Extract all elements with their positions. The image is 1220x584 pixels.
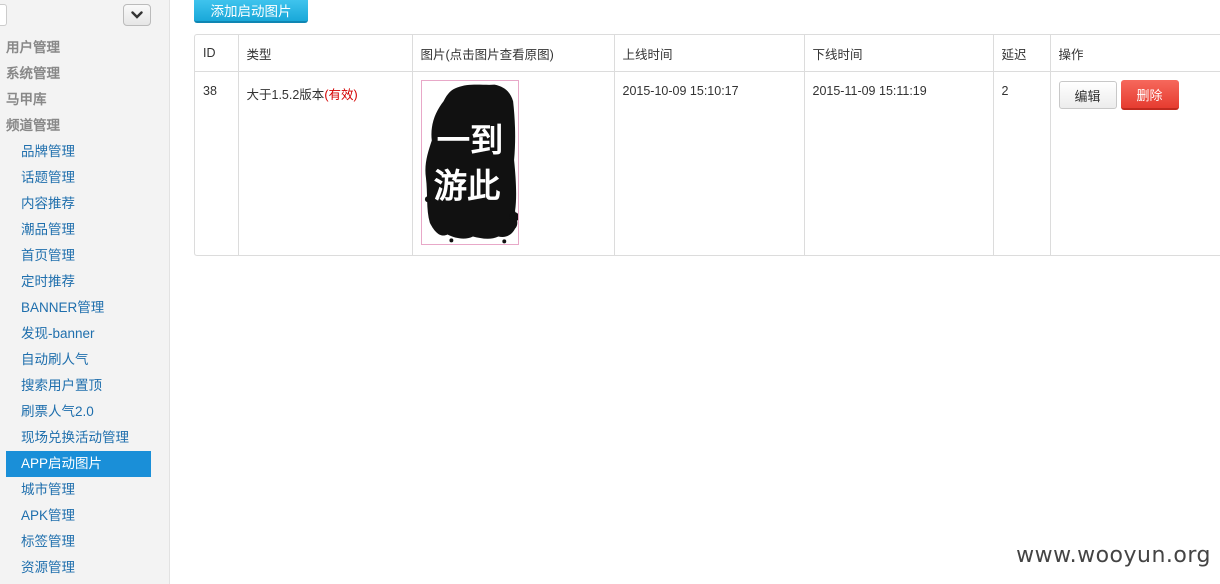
- sidebar-item-自动刷人气[interactable]: 自动刷人气: [0, 347, 170, 373]
- cell-offline-time: 2015-11-09 15:11:19: [803, 71, 993, 255]
- cell-image: 一到 游此: [411, 71, 614, 255]
- sidebar-item-刷票人气2-0[interactable]: 刷票人气2.0: [0, 399, 170, 425]
- splash-image-table: ID 类型 图片(点击图片查看原图) 上线时间 下线时间 延迟 操作 38 大于…: [194, 34, 1220, 256]
- watermark: www.wooyun.org: [1016, 543, 1211, 568]
- sidebar-item-定时推荐[interactable]: 定时推荐: [0, 269, 170, 295]
- status-badge: (有效): [324, 88, 358, 102]
- sidebar-item-标签管理[interactable]: 标签管理: [0, 529, 170, 555]
- column-header-id: ID: [195, 35, 238, 72]
- cell-online-time: 2015-10-09 15:10:17: [613, 71, 804, 255]
- sidebar-item-发现-banner[interactable]: 发现-banner: [0, 321, 170, 347]
- sidebar-item-app启动图片[interactable]: APP启动图片: [6, 451, 151, 477]
- sidebar-item-资源管理[interactable]: 资源管理: [0, 555, 170, 581]
- sidebar-item-首页管理[interactable]: 首页管理: [0, 243, 170, 269]
- splash-image-thumbnail[interactable]: 一到 游此: [420, 80, 519, 245]
- sidebar-item-城市管理[interactable]: 城市管理: [0, 477, 170, 503]
- table-row: 38 大于1.5.2版本(有效) 一到 游此 2015-10-09 15:10:…: [195, 71, 1220, 255]
- cell-delay: 2: [992, 71, 1050, 255]
- sidebar-item-频道管理[interactable]: 频道管理: [0, 113, 170, 139]
- sidebar-select[interactable]: [0, 4, 7, 26]
- sidebar-item-搜索用户置顶[interactable]: 搜索用户置顶: [0, 373, 170, 399]
- sidebar: 用户管理 系统管理 马甲库 频道管理 品牌管理 话题管理 内容推荐 潮品管理 首页管理 定时推荐 B…: [0, 0, 170, 584]
- sidebar-item-现场兑换活动管理[interactable]: 现场兑换活动管理: [0, 425, 170, 451]
- version-type: 大于1.5.2版本: [246, 88, 325, 102]
- sidebar-item-用户管理[interactable]: 用户管理: [0, 35, 170, 61]
- column-header-actions: 操作: [1049, 35, 1220, 72]
- sidebar-collapse-button[interactable]: [123, 4, 151, 26]
- chevron-down-icon: [131, 11, 143, 19]
- add-splash-image-button[interactable]: 添加启动图片: [194, 0, 308, 23]
- sidebar-item-话题管理[interactable]: 话题管理: [0, 165, 170, 191]
- column-header-online-time: 上线时间: [613, 35, 804, 72]
- sidebar-nav: 用户管理 系统管理 马甲库 频道管理 品牌管理 话题管理 内容推荐 潮品管理 首页管理 定时推荐 B…: [0, 35, 170, 581]
- sidebar-item-banner管理[interactable]: BANNER管理: [0, 295, 170, 321]
- sidebar-item-马甲库[interactable]: 马甲库: [0, 87, 170, 113]
- column-header-delay: 延迟: [992, 35, 1050, 72]
- column-header-type: 类型: [237, 35, 412, 72]
- splash-image-text-line1: 一到: [436, 121, 503, 160]
- sidebar-item-品牌管理[interactable]: 品牌管理: [0, 139, 170, 165]
- delete-button[interactable]: 删除: [1120, 80, 1179, 110]
- cell-id: 38: [203, 84, 217, 98]
- sidebar-item-内容推荐[interactable]: 内容推荐: [0, 191, 170, 217]
- cell-type: 大于1.5.2版本(有效): [237, 71, 412, 255]
- splash-image-text-line2: 游此: [433, 166, 500, 205]
- cell-actions: 编辑 删除: [1049, 71, 1220, 255]
- sidebar-item-潮品管理[interactable]: 潮品管理: [0, 217, 170, 243]
- table-header-row: ID 类型 图片(点击图片查看原图) 上线时间 下线时间 延迟 操作: [195, 35, 1220, 72]
- column-header-offline-time: 下线时间: [803, 35, 993, 72]
- column-header-image: 图片(点击图片查看原图): [411, 35, 614, 72]
- edit-button[interactable]: 编辑: [1058, 81, 1117, 109]
- sidebar-item-系统管理[interactable]: 系统管理: [0, 61, 170, 87]
- sidebar-header: [0, 4, 170, 26]
- sidebar-item-apk管理[interactable]: APK管理: [0, 503, 170, 529]
